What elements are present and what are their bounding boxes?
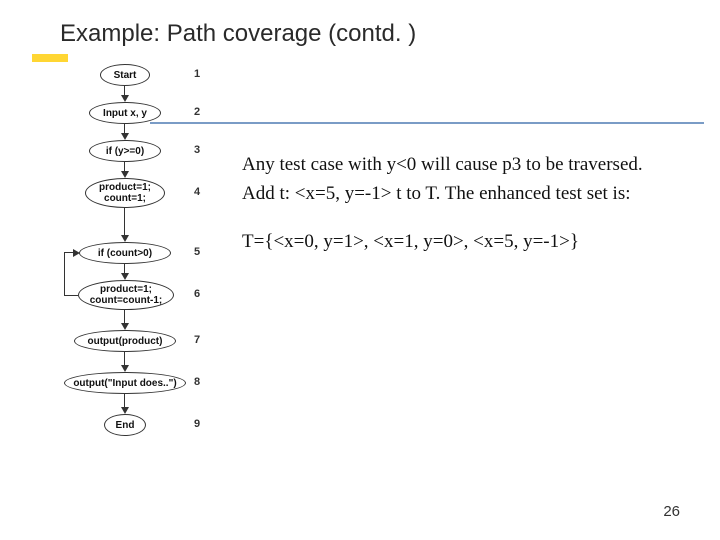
divider-line: [150, 122, 704, 124]
node-init: product=1; count=1;: [85, 178, 165, 208]
paragraph-2: T={<x=0, y=1>, <x=1, y=0>, <x=5, y=-1>}: [242, 227, 660, 256]
slide-title: Example: Path coverage (contd. ): [56, 20, 664, 48]
node-number: 4: [194, 186, 200, 198]
node-end: End: [104, 414, 146, 436]
accent-bar: [32, 54, 68, 62]
node-start: Start: [100, 64, 150, 86]
node-out-product: output(product): [74, 330, 176, 352]
node-number: 3: [194, 144, 200, 156]
flowchart-column: Start 1 Input x, y 2 if (y>=0) 3: [56, 54, 216, 494]
node-if-count: if (count>0): [79, 242, 171, 264]
title-area: Example: Path coverage (contd. ): [56, 20, 664, 48]
node-input: Input x, y: [89, 102, 161, 124]
slide: Example: Path coverage (contd. ) Start 1…: [0, 0, 720, 540]
node-number: 7: [194, 334, 200, 346]
node-out-msg: output("Input does.."): [64, 372, 186, 394]
node-number: 6: [194, 288, 200, 300]
node-number: 9: [194, 418, 200, 430]
content-row: Start 1 Input x, y 2 if (y>=0) 3: [56, 54, 664, 494]
node-number: 1: [194, 68, 200, 80]
node-loop-body: product=1; count=count-1;: [78, 280, 174, 310]
node-number: 8: [194, 376, 200, 388]
paragraph-1: Any test case with y<0 will cause p3 to …: [242, 150, 660, 209]
page-number: 26: [663, 503, 680, 520]
body-text: Any test case with y<0 will cause p3 to …: [216, 54, 664, 494]
node-number: 2: [194, 106, 200, 118]
flowchart: Start 1 Input x, y 2 if (y>=0) 3: [56, 64, 216, 494]
node-number: 5: [194, 246, 200, 258]
node-if-y: if (y>=0): [89, 140, 161, 162]
